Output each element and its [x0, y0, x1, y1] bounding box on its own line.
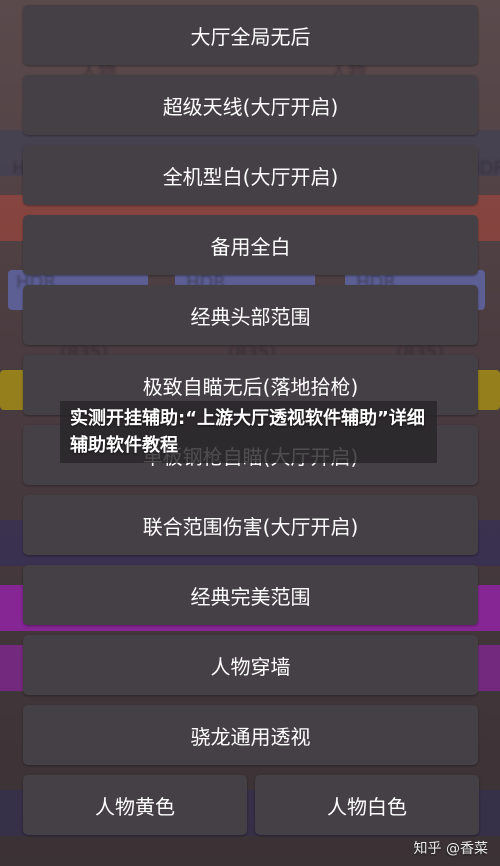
menu-item-snapdragon-xray[interactable]: 骁龙通用透视 — [23, 705, 478, 765]
menu-item-super-antenna[interactable]: 超级天线(大厅开启) — [23, 75, 478, 135]
menu-item-joint-range-damage[interactable]: 联合范围伤害(大厅开启) — [23, 495, 478, 555]
menu-item-classic-perfect-range[interactable]: 经典完美范围 — [23, 565, 478, 625]
menu-item-classic-head-range[interactable]: 经典头部范围 — [23, 285, 478, 345]
menu-item-global-no-recoil[interactable]: 大厅全局无后 — [23, 5, 478, 65]
menu-item-character-yellow[interactable]: 人物黄色 — [23, 775, 247, 835]
caption-text: 实测开挂辅助:“上游大厅透视软件辅助”详细辅助软件教程 — [70, 408, 425, 456]
menu-item-full-model-white[interactable]: 全机型白(大厅开启) — [23, 145, 478, 205]
menu-item-wall-through[interactable]: 人物穿墙 — [23, 635, 478, 695]
menu-item-backup-white[interactable]: 备用全白 — [23, 215, 478, 275]
menu-item-character-white[interactable]: 人物白色 — [255, 775, 479, 835]
watermark: 知乎 @香菜 — [414, 838, 488, 858]
watermark-text: 知乎 @香菜 — [413, 841, 488, 857]
